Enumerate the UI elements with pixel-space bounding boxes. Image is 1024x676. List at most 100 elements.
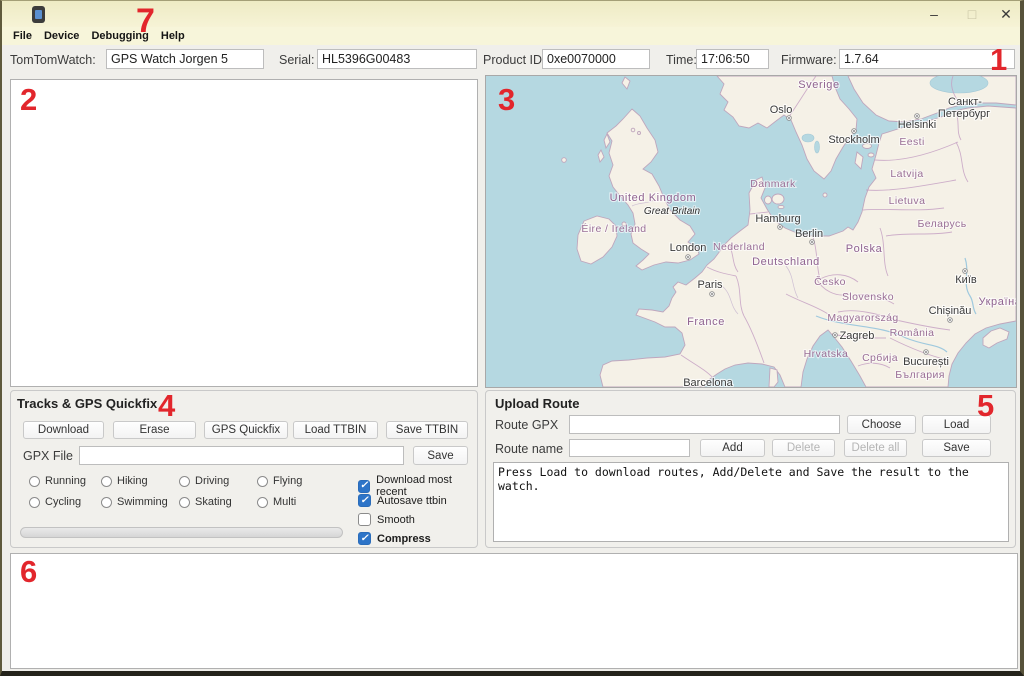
delete-all-button[interactable]: Delete all (844, 439, 907, 457)
erase-button[interactable]: Erase (113, 421, 196, 439)
radio-cycling[interactable]: Cycling (29, 496, 81, 508)
minimize-button[interactable]: – (924, 5, 944, 23)
label-danmark: Danmark (750, 178, 796, 190)
label-cesko: Česko (814, 275, 846, 288)
label-bulgaria: България (895, 369, 945, 381)
checkbox-checked-icon (358, 480, 370, 493)
label-barcelona: Barcelona (683, 377, 733, 387)
close-button[interactable]: ✕ (996, 5, 1016, 23)
load-ttbin-button[interactable]: Load TTBIN (293, 421, 378, 439)
label-lietuva: Lietuva (889, 195, 926, 207)
annotation-1: 1 (990, 44, 1007, 75)
radio-circle-icon (179, 476, 190, 487)
serial-label: Serial: (279, 53, 314, 67)
label-ukraina: Україна (979, 296, 1017, 308)
annotation-7: 7 (136, 4, 155, 38)
menu-bar: File Device Debugging Help (2, 27, 1024, 45)
gpx-file-label: GPX File (23, 449, 73, 463)
label-france: France (687, 316, 725, 328)
app-window: – □ ✕ File Device Debugging Help TomTomW… (0, 0, 1024, 676)
label-stockholm: Stockholm (828, 134, 879, 146)
label-srbija: Србија (862, 352, 898, 364)
label-helsinki: Helsinki (898, 119, 937, 131)
radio-circle-icon (101, 497, 112, 508)
menu-device[interactable]: Device (38, 30, 85, 42)
time-field[interactable] (696, 49, 769, 69)
delete-button[interactable]: Delete (772, 439, 835, 457)
label-hrvatska: Hrvatska (804, 348, 849, 360)
label-sankt: Санкт- (948, 96, 982, 108)
label-peterburg: Петербург (938, 108, 990, 120)
radio-circle-icon (179, 497, 190, 508)
radio-circle-icon (257, 476, 268, 487)
map-panel[interactable]: Sverige Eesti Latvija Lietuva Беларусь У… (485, 75, 1017, 388)
label-paris: Paris (697, 279, 723, 291)
label-deutschland: Deutschland (752, 256, 820, 268)
label-hamburg: Hamburg (755, 213, 800, 225)
label-london: London (670, 242, 707, 254)
upload-route-group: Upload Route Route GPX Choose Load Route… (485, 390, 1016, 548)
radio-multi[interactable]: Multi (257, 496, 296, 508)
checkbox-compress[interactable]: Compress (358, 532, 431, 545)
radio-skating[interactable]: Skating (179, 496, 232, 508)
route-gpx-field[interactable] (569, 415, 840, 434)
label-berlin: Berlin (795, 228, 823, 240)
radio-circle-icon (257, 497, 268, 508)
route-name-label: Route name (495, 442, 563, 456)
watch-name-field[interactable] (106, 49, 264, 69)
radio-running[interactable]: Running (29, 475, 86, 487)
radio-driving[interactable]: Driving (179, 475, 229, 487)
checkbox-smooth[interactable]: Smooth (358, 513, 415, 526)
track-list-panel[interactable] (10, 79, 478, 387)
label-belarus: Беларусь (917, 218, 966, 230)
tracks-group: Tracks & GPS Quickfix Download Erase GPS… (10, 390, 478, 548)
gpx-file-field[interactable] (79, 446, 404, 465)
label-sverige: Sverige (798, 79, 840, 91)
label-nederland: Nederland (713, 241, 765, 253)
add-button[interactable]: Add (700, 439, 765, 457)
label-slovensko: Slovensko (842, 291, 894, 303)
checkbox-autosave-ttbin[interactable]: Autosave ttbin (358, 494, 447, 507)
tomtomwatch-label: TomTomWatch: (10, 53, 96, 67)
watch-app-icon (32, 6, 45, 23)
upload-route-title: Upload Route (495, 396, 580, 411)
tracks-group-title: Tracks & GPS Quickfix (17, 396, 157, 411)
progress-bar (20, 527, 343, 538)
route-save-button[interactable]: Save (922, 439, 991, 457)
save-ttbin-button[interactable]: Save TTBIN (386, 421, 468, 439)
firmware-field[interactable] (839, 49, 1015, 69)
radio-circle-icon (101, 476, 112, 487)
radio-hiking[interactable]: Hiking (101, 475, 148, 487)
label-eesti: Eesti (899, 136, 924, 148)
download-button[interactable]: Download (23, 421, 104, 439)
label-united-kingdom: United Kingdom (610, 192, 697, 204)
map[interactable]: Sverige Eesti Latvija Lietuva Беларусь У… (486, 76, 1016, 387)
maximize-button[interactable]: □ (962, 5, 982, 23)
route-gpx-label: Route GPX (495, 418, 558, 432)
label-magyarorszag: Magyarország (827, 312, 898, 324)
time-label: Time: (666, 53, 697, 67)
route-name-field[interactable] (569, 439, 690, 457)
label-kyiv: Київ (955, 274, 977, 286)
serial-field[interactable] (317, 49, 477, 69)
radio-flying[interactable]: Flying (257, 475, 302, 487)
checkbox-checked-icon (358, 494, 371, 507)
label-zagreb: Zagreb (840, 330, 875, 342)
checkbox-unchecked-icon (358, 513, 371, 526)
firmware-label: Firmware: (781, 53, 837, 67)
label-latvija: Latvija (890, 168, 923, 180)
gps-quickfix-button[interactable]: GPS Quickfix (204, 421, 288, 439)
label-bucuresti: București (903, 356, 949, 368)
annotation-3: 3 (498, 84, 515, 115)
annotation-5: 5 (977, 390, 994, 421)
status-log-panel[interactable] (10, 553, 1018, 669)
radio-swimming[interactable]: Swimming (101, 496, 168, 508)
product-id-field[interactable] (542, 49, 650, 69)
annotation-2: 2 (20, 84, 37, 115)
checkbox-checked-icon (358, 532, 371, 545)
menu-help[interactable]: Help (155, 30, 191, 42)
choose-button[interactable]: Choose (847, 415, 916, 434)
route-message-box[interactable]: Press Load to download routes, Add/Delet… (493, 462, 1009, 542)
gpx-save-button[interactable]: Save (413, 446, 468, 465)
menu-file[interactable]: File (7, 30, 38, 42)
